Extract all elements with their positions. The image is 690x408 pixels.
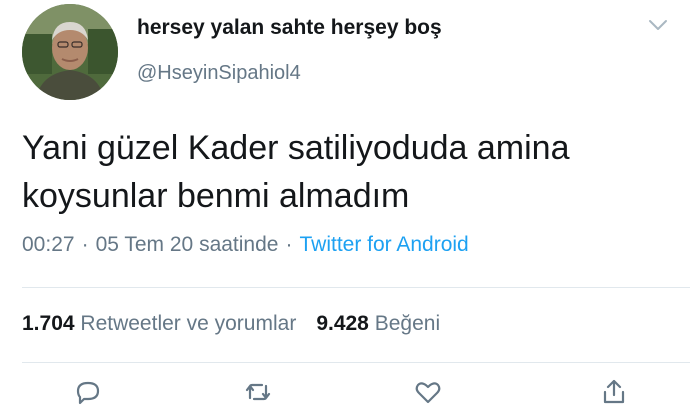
likes-label: Beğeni [374, 312, 441, 335]
chevron-down-icon[interactable] [648, 18, 668, 32]
tweet-card: hersey yalan sahte herşey boş @HseyinSip… [0, 0, 690, 405]
retweets-count: 1.704 [22, 312, 75, 335]
like-icon[interactable] [414, 378, 442, 406]
user-handle[interactable]: @HseyinSipahiol4 [137, 62, 301, 85]
retweets-label: Retweetler ve yorumlar [80, 312, 297, 335]
action-bar [0, 378, 690, 408]
divider [22, 287, 690, 288]
divider [22, 362, 690, 363]
meta-separator: · [285, 233, 293, 256]
retweets-stat[interactable]: 1.704 Retweetler ve yorumlar [22, 312, 296, 335]
tweet-time: 00:27 [22, 233, 75, 256]
tweet-text: Yani güzel Kader satiliyoduda amina koys… [22, 129, 570, 215]
retweet-icon[interactable] [244, 378, 272, 406]
tweet-source-link[interactable]: Twitter for Android [299, 233, 468, 256]
likes-stat[interactable]: 9.428 Beğeni [316, 312, 440, 335]
tweet-meta: 00:27 · 05 Tem 20 saatinde · Twitter for And… [22, 233, 469, 257]
likes-count: 9.428 [316, 312, 369, 335]
display-name[interactable]: hersey yalan sahte herşey boş [137, 16, 442, 40]
tweet-stats: 1.704 Retweetler ve yorumlar 9.428 Beğeni [22, 312, 440, 336]
meta-separator: · [81, 233, 89, 256]
avatar-photo [22, 4, 118, 100]
avatar[interactable] [22, 4, 118, 100]
reply-icon[interactable] [74, 378, 102, 406]
tweet-date: 05 Tem 20 saatinde [95, 233, 279, 256]
share-icon[interactable] [600, 378, 628, 406]
